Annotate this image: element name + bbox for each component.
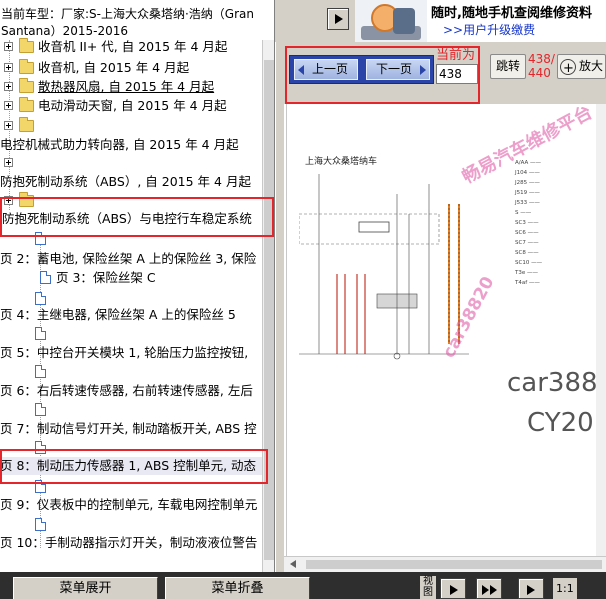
play-icon: [482, 585, 489, 595]
zoom-ratio: 1:1: [553, 578, 577, 599]
tree-item[interactable]: [0, 363, 262, 381]
view-next-button[interactable]: [440, 578, 466, 599]
tree-scrollbar[interactable]: [262, 40, 274, 572]
tree-item[interactable]: 防抱死制动系统（ABS）, 自 2015 年 4 月起: [0, 173, 262, 191]
expand-toggle-icon[interactable]: [4, 101, 13, 110]
document-horizontal-scrollbar[interactable]: [284, 556, 606, 572]
folder-icon: [19, 97, 34, 112]
expand-panel-button[interactable]: [327, 8, 349, 30]
scroll-left-icon[interactable]: [290, 560, 296, 568]
tree-item[interactable]: [0, 401, 262, 419]
view-fit-button[interactable]: [518, 578, 544, 599]
expand-toggle-icon[interactable]: [4, 196, 13, 205]
tree-item-page[interactable]: 页 2：蓄电池, 保险丝架 A 上的保险丝 3, 保险: [0, 250, 262, 268]
viewer-toolbar: 上一页 下一页 当前为 跳转 438/ 440 放大: [284, 42, 606, 104]
tree-item-selected-folder[interactable]: 防抱死制动系统（ABS）与电控行车稳定系统: [0, 210, 262, 228]
upgrade-link[interactable]: >>用户升级缴费: [443, 21, 535, 38]
tree-item-page-selected[interactable]: 页 8：制动压力传感器 1, ABS 控制单元, 动态: [0, 457, 262, 475]
upgrade-banner[interactable]: 随时,随地手机查阅维修资料 >>用户升级缴费: [355, 0, 606, 42]
doc-scroll-thumb[interactable]: [306, 560, 602, 569]
view-label: 视图: [420, 576, 436, 599]
page-nav-group: 上一页 下一页: [289, 55, 434, 84]
tree-item-page[interactable]: 页 9：仪表板中的控制单元, 车载电网控制单元: [0, 496, 262, 514]
tree-item-page[interactable]: 页 6：右后转速传感器, 右前转速传感器, 左后: [0, 382, 262, 400]
tree-item[interactable]: 电动滑动天窗, 自 2015 年 4 月起: [0, 97, 262, 115]
tree-item[interactable]: [0, 439, 262, 457]
expand-toggle-icon[interactable]: [4, 42, 13, 51]
arrow-left-icon: [298, 65, 304, 75]
play-icon: [527, 585, 535, 595]
current-model-title: 当前车型：厂家:S-上海大众桑塔纳·浩纳（Gran Santana）2015-2…: [1, 7, 254, 38]
tree-item[interactable]: [0, 192, 262, 210]
tree-item[interactable]: [0, 516, 262, 534]
page-icon: [35, 365, 46, 378]
tree-item[interactable]: [0, 230, 262, 248]
panel-splitter[interactable]: [275, 40, 284, 572]
folder-icon: [19, 59, 34, 74]
watermark-site: 畅易汽车维修平台: [458, 104, 596, 189]
tree-item[interactable]: [0, 478, 262, 496]
tree-item-page[interactable]: 页 10：手制动器指示灯开关，制动液液位警告: [0, 534, 262, 552]
page-icon: [35, 327, 46, 340]
folder-icon: [19, 192, 34, 207]
zoom-in-button[interactable]: 放大: [557, 54, 606, 79]
wiring-diagram-page: 上海大众桑塔纳车 A/AA —— J104 —— J285 —— J519 ——…: [286, 104, 606, 556]
page-number-input[interactable]: [436, 64, 478, 84]
menu-expand-button[interactable]: 菜单展开: [13, 577, 158, 599]
tree-scroll-thumb[interactable]: [264, 60, 274, 560]
page-icon: [35, 441, 46, 454]
tree-item[interactable]: 电控机械式助力转向器, 自 2015 年 4 月起: [0, 136, 262, 154]
jump-button[interactable]: 跳转: [490, 54, 526, 79]
view-double-page-button[interactable]: [476, 578, 502, 599]
current-page-label: 当前为: [436, 48, 476, 63]
page-count: 438/ 440: [528, 52, 555, 80]
banner-headline: 随时,随地手机查阅维修资料: [431, 6, 592, 21]
prev-page-button[interactable]: 上一页: [294, 59, 358, 80]
play-icon: [335, 14, 343, 24]
tree-panel: 当前车型：厂家:S-上海大众桑塔纳·浩纳（Gran Santana）2015-2…: [0, 0, 275, 572]
document-view[interactable]: 上海大众桑塔纳车 A/AA —— J104 —— J285 —— J519 ——…: [284, 104, 606, 556]
expand-toggle-icon[interactable]: [4, 158, 13, 167]
tree-item[interactable]: 散热器风扇, 自 2015 年 4 月起: [0, 78, 262, 96]
play-icon: [450, 585, 458, 595]
page-icon: [40, 271, 51, 284]
tree-item[interactable]: 收音机 II+ 代, 自 2015 年 4 月起: [0, 38, 262, 56]
tree-item-page[interactable]: 页 3：保险丝架 C: [0, 269, 262, 287]
doc-brand-title: 上海大众桑塔纳车: [305, 157, 378, 167]
mechanic-image: [355, 0, 427, 42]
tree-item-page[interactable]: 页 7：制动信号灯开关, 制动踏板开关, ABS 控: [0, 420, 262, 438]
tree-item[interactable]: [0, 117, 262, 135]
watermark-large: car388.: [507, 368, 606, 398]
tree-item[interactable]: [0, 325, 262, 343]
tree-item-page[interactable]: 页 4：主继电器, 保险丝架 A 上的保险丝 5: [0, 306, 262, 324]
page-icon: [35, 403, 46, 416]
folder-icon: [19, 117, 34, 132]
expand-toggle-icon[interactable]: [4, 82, 13, 91]
expand-toggle-icon[interactable]: [4, 121, 13, 130]
watermark-large: CY201: [527, 408, 606, 438]
tree-item[interactable]: 收音机, 自 2015 年 4 月起: [0, 59, 262, 77]
expand-toggle-icon[interactable]: [4, 63, 13, 72]
page-icon: [35, 480, 46, 493]
page-icon: [35, 518, 46, 531]
arrow-right-icon: [420, 65, 426, 75]
page-icon: [35, 232, 46, 245]
menu-collapse-button[interactable]: 菜单折叠: [165, 577, 310, 599]
play-icon: [490, 585, 497, 595]
bottom-bar: 菜单展开 菜单折叠 视图 1:1: [0, 572, 606, 599]
folder-icon: [19, 38, 34, 53]
tree-item[interactable]: [0, 154, 262, 172]
zoom-in-icon: [560, 57, 576, 78]
folder-icon: [19, 78, 34, 93]
document-vertical-scrollbar[interactable]: [596, 104, 606, 556]
page-icon: [35, 292, 46, 305]
tree-item-page[interactable]: 页 5：中控台开关模块 1, 轮胎压力监控按钮,: [0, 344, 262, 362]
next-page-button[interactable]: 下一页: [366, 59, 430, 80]
